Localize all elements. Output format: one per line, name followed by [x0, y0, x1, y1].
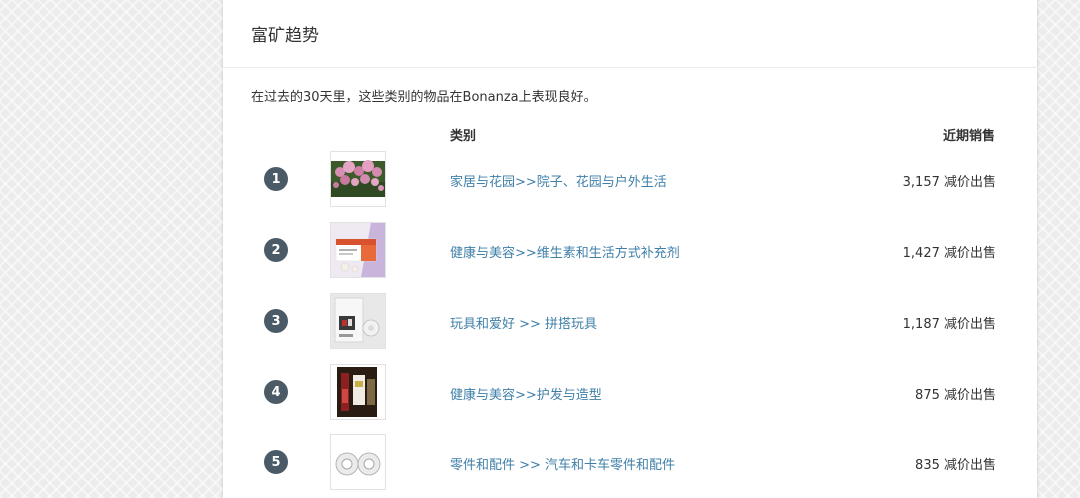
- thumbnail-toy-package-photo[interactable]: [330, 293, 386, 349]
- category-link-5[interactable]: 零件和配件 >> 汽车和卡车零件和配件: [450, 454, 675, 473]
- recent-sales-1: 3,157 减价出售: [902, 175, 996, 190]
- category-link-3[interactable]: 玩具和爱好 >> 拼搭玩具: [450, 313, 597, 332]
- thumbnail-hair-product-photo[interactable]: [330, 364, 386, 420]
- thumbnail-flower-photo[interactable]: [330, 151, 386, 207]
- supplement-box-photo-icon: [331, 223, 385, 277]
- recent-sales-4: 875 减价出售: [915, 388, 996, 403]
- panel-header: 富矿趋势: [223, 0, 1037, 68]
- recent-sales-3: 1,187 减价出售: [902, 317, 996, 332]
- rank-badge: 4: [264, 380, 288, 404]
- thumbnail-car-parts-photo[interactable]: [330, 434, 386, 490]
- recent-sales-2: 1,427 减价出售: [902, 246, 996, 261]
- trend-row-1: 1 家居与花园>>院子、花园与户外生活 3,157 减价出售: [223, 151, 1037, 209]
- column-header-category: 类别: [450, 129, 477, 144]
- trend-row-3: 3 玩具和爱好 >> 拼搭玩具 1,187 减价出售: [223, 293, 1037, 351]
- category-link-2[interactable]: 健康与美容>>维生素和生活方式补充剂: [450, 242, 680, 261]
- rank-badge: 2: [264, 238, 288, 262]
- trend-row-4: 4 健康与美容>>护发与造型 875 减价出售: [223, 364, 1037, 422]
- category-link-4[interactable]: 健康与美容>>护发与造型: [450, 384, 602, 403]
- thumbnail-supplement-box-photo[interactable]: [330, 222, 386, 278]
- trending-panel: 富矿趋势 在过去的30天里，这些类别的物品在Bonanza上表现良好。 类别 近…: [223, 0, 1037, 498]
- panel-intro: 在过去的30天里，这些类别的物品在Bonanza上表现良好。: [251, 90, 597, 105]
- trend-row-5: 5 零件和配件 >> 汽车和卡车零件和配件 835 减价出售: [223, 434, 1037, 492]
- trend-row-2: 2 健康与美容>>维生素和生活方式补充剂 1,427 减价出售: [223, 222, 1037, 280]
- column-header-sales: 近期销售: [942, 129, 995, 144]
- rank-badge: 3: [264, 309, 288, 333]
- rank-badge: 1: [264, 167, 288, 191]
- category-link-1[interactable]: 家居与花园>>院子、花园与户外生活: [450, 171, 667, 190]
- flower-photo-icon: [331, 152, 385, 206]
- car-parts-photo-icon: [331, 435, 385, 489]
- recent-sales-5: 835 减价出售: [915, 458, 996, 473]
- rank-badge: 5: [264, 450, 288, 474]
- hair-product-photo-icon: [331, 365, 385, 419]
- panel-title: 富矿趋势: [251, 26, 319, 46]
- toy-package-photo-icon: [331, 294, 385, 348]
